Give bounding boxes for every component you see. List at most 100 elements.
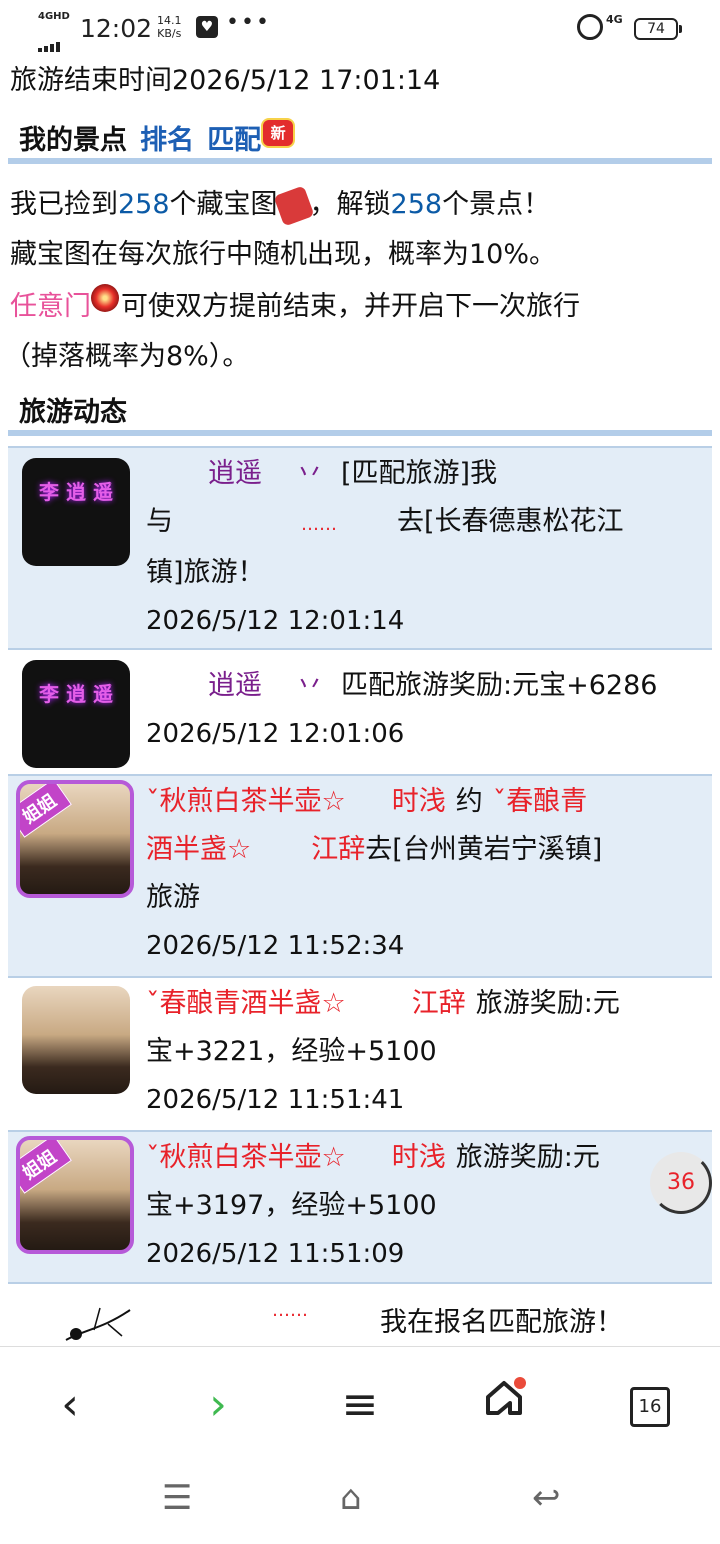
sister-badge: 姐姐	[20, 1140, 72, 1194]
user-name[interactable]: 逍遥	[208, 670, 262, 701]
partner-name[interactable]: ……	[272, 1300, 308, 1321]
text: 旅游奖励:元	[475, 988, 620, 1019]
sister-badge: 姐姐	[20, 784, 72, 838]
user-name[interactable]: 逍遥	[208, 458, 262, 489]
browser-toolbar: ‹ › ≡ 16	[0, 1346, 720, 1457]
network-type: 4GHD	[38, 11, 70, 22]
feed-item[interactable]: 李 逍 遥 逍遥 丷 [匹配旅游]我 与 …… 去[长春德惠松花江 镇]旅游！ 2026…	[8, 446, 712, 648]
portal-line: 任意门 可使双方提前结束，并开启下一次旅行	[10, 284, 580, 323]
text: 旅游奖励:元	[455, 1142, 600, 1173]
text: 镇]旅游！	[146, 557, 265, 588]
timestamp: 2026/5/12 12:01:14	[146, 606, 405, 636]
scenic-title: 我的景点	[19, 125, 127, 156]
text: 约	[455, 786, 483, 817]
tour-end-time: 旅游结束时间2026/5/12 17:01:14	[10, 65, 441, 96]
drop-rate-line: （掉落概率为8%）。	[4, 341, 250, 372]
feed-text: ˇ春酿青酒半盏☆ 江辞 旅游奖励:元 宝+3221，经验+5100 2026/5/1…	[146, 980, 711, 1124]
forward-button[interactable]: ›	[188, 1375, 248, 1435]
text: 我已捡到	[10, 189, 118, 220]
text: 去[长春德惠松花江	[397, 506, 624, 537]
user-name[interactable]: 时浅	[392, 1142, 446, 1173]
dots: ……	[272, 1300, 308, 1321]
feed-text: 逍遥 丷匹配旅游奖励:元宝+6286 2026/5/12 12:01:06	[146, 662, 711, 758]
portal-link[interactable]: 任意门	[10, 291, 91, 322]
user-name[interactable]: ˇ春酿青酒半盏☆	[146, 988, 346, 1019]
battery-icon: 74	[634, 18, 682, 40]
text: 宝+3221，经验+5100	[146, 1036, 437, 1067]
text: 个藏宝图	[169, 189, 278, 220]
avatar-text: 李 逍 遥	[39, 480, 113, 504]
text: 与	[146, 506, 173, 537]
tabs-button[interactable]: 16	[630, 1387, 670, 1427]
text: ，解锁	[309, 189, 391, 220]
user-name[interactable]: ˇ秋煎白茶半壶☆	[146, 786, 346, 817]
text: 旅游	[146, 882, 200, 913]
more-notifications-icon: •••	[226, 10, 271, 35]
menu-button[interactable]: ≡	[330, 1375, 390, 1435]
speed-unit: KB/s	[157, 27, 182, 40]
feed-item[interactable]: …… 我在报名匹配旅游！	[8, 1286, 712, 1346]
status-bar: 4GHD 12:02 14.1 KB/s ♥ ••• 4G 74	[0, 0, 720, 56]
speed-value: 14.1	[157, 14, 182, 27]
partner-name[interactable]: 江辞	[311, 834, 365, 865]
home-icon[interactable]: ⌂	[340, 1478, 362, 1518]
ink-branch-icon	[65, 1307, 131, 1341]
probability-line: 藏宝图在每次旅行中随机出现，概率为10%。	[10, 239, 557, 270]
feed-text: ˇ秋煎白茶半壶☆ 时浅约 ˇ春酿青 酒半盏☆ 江辞去[台州黄岩宁溪镇] 旅游 2026…	[146, 778, 711, 970]
timestamp: 2026/5/12 11:51:09	[146, 1239, 405, 1269]
app-notification-icon: ♥	[196, 16, 218, 38]
partner-name[interactable]: ……	[301, 514, 337, 535]
partner-name[interactable]: 酒半盏☆	[146, 834, 251, 865]
unlock-count: 258	[390, 189, 443, 220]
match-link[interactable]: 匹配	[207, 125, 261, 156]
treasure-map-line: 我已捡到258个藏宝图 ，解锁258个景点！	[10, 182, 551, 227]
user-mark: 丷	[296, 458, 323, 489]
user-name[interactable]: ˇ秋煎白茶半壶☆	[146, 1142, 346, 1173]
avatar[interactable]: 姐姐	[16, 780, 134, 898]
feed-item[interactable]: ˇ春酿青酒半盏☆ 江辞 旅游奖励:元 宝+3221，经验+5100 2026/5/1…	[8, 976, 712, 1130]
text: 匹配旅游奖励:元宝+6286	[341, 670, 658, 701]
feed-item[interactable]: 姐姐 ˇ秋煎白茶半壶☆ 时浅约 ˇ春酿青 酒半盏☆ 江辞去[台州黄岩宁溪镇] 旅游 2…	[8, 774, 712, 976]
signal-icon	[38, 24, 62, 52]
feed-text: 逍遥 丷 [匹配旅游]我 与 …… 去[长春德惠松花江 镇]旅游！ 2026/5/12 …	[146, 450, 711, 645]
avatar-ink-drawing[interactable]	[64, 1300, 134, 1346]
avatar[interactable]	[22, 986, 130, 1094]
text: 个景点！	[442, 189, 551, 220]
clock: 12:02	[80, 14, 153, 43]
home-button[interactable]	[474, 1375, 534, 1435]
net-speed: 14.1 KB/s	[157, 14, 182, 40]
timestamp: 2026/5/12 11:52:34	[146, 931, 405, 961]
text: 可使双方提前结束，并开启下一次旅行	[121, 291, 580, 322]
feed-section-header: 旅游动态	[8, 390, 712, 436]
partner-name[interactable]: ˇ春酿青	[493, 786, 588, 817]
text: 宝+3197，经验+5100	[146, 1190, 437, 1221]
timestamp: 2026/5/12 12:01:06	[146, 719, 405, 749]
avatar[interactable]: 姐姐	[16, 1136, 134, 1254]
alarm-icon	[577, 14, 603, 40]
recent-apps-icon[interactable]: ☰	[162, 1478, 192, 1518]
avatar[interactable]: 李 逍 遥	[22, 660, 130, 768]
text: 去[台州黄岩宁溪镇]	[365, 834, 603, 865]
text: [匹配旅游]我	[341, 458, 498, 489]
user-mark: 丷	[296, 670, 323, 701]
floating-timer-button[interactable]: 36	[650, 1152, 712, 1214]
feed-item[interactable]: 李 逍 遥 逍遥 丷匹配旅游奖励:元宝+6286 2026/5/12 12:01:…	[8, 648, 712, 774]
home-icon	[486, 1377, 526, 1415]
feed-text: 我在报名匹配旅游！	[380, 1307, 623, 1338]
map-count: 258	[118, 189, 170, 220]
scenic-section-header: 我的景点 排名 匹配新	[8, 118, 712, 164]
system-navigation-bar: ☰ ⌂ ↩	[0, 1456, 720, 1544]
new-badge: 新	[261, 118, 296, 148]
back-button[interactable]: ‹	[40, 1375, 100, 1435]
user-name[interactable]: 江辞	[412, 988, 466, 1019]
avatar[interactable]: 李 逍 遥	[22, 458, 130, 566]
back-icon[interactable]: ↩	[532, 1478, 561, 1518]
user-name[interactable]: 时浅	[392, 786, 446, 817]
timestamp: 2026/5/12 11:51:41	[146, 1085, 405, 1115]
treasure-map-icon	[273, 184, 315, 227]
feed-text: ˇ秋煎白茶半壶☆ 时浅 旅游奖励:元 宝+3197，经验+5100 2026/5/1…	[146, 1134, 711, 1278]
feed-item[interactable]: 姐姐 ˇ秋煎白茶半壶☆ 时浅 旅游奖励:元 宝+3197，经验+5100 2026/…	[8, 1130, 712, 1284]
feed-title: 旅游动态	[19, 397, 127, 428]
rank-link[interactable]: 排名	[140, 125, 194, 156]
avatar-text: 李 逍 遥	[39, 682, 113, 706]
